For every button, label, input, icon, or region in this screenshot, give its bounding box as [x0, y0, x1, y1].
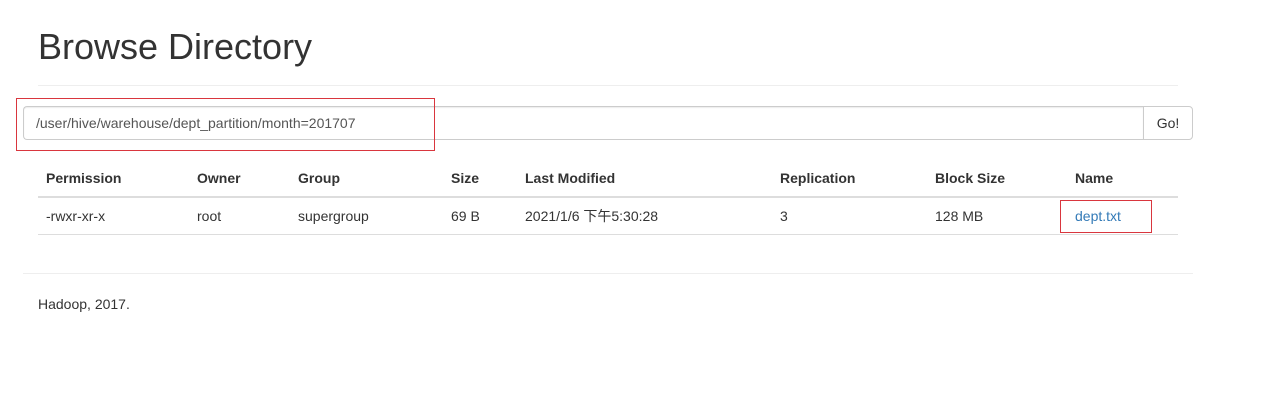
column-header-last-modified[interactable]: Last Modified — [517, 160, 772, 198]
file-table: Permission Owner Group Size Last Modifie… — [38, 160, 1178, 235]
cell-last-modified: 2021/1/6 下午5:30:28 — [517, 197, 772, 235]
cell-replication: 3 — [772, 197, 927, 235]
path-input[interactable] — [23, 106, 1143, 140]
table-row: -rwxr-xr-x root supergroup 69 B 2021/1/6… — [38, 197, 1178, 235]
column-header-group[interactable]: Group — [290, 160, 443, 198]
column-header-name[interactable]: Name — [1067, 160, 1178, 198]
page-title: Browse Directory — [38, 26, 313, 67]
cell-permission: -rwxr-xr-x — [38, 197, 189, 235]
footer-divider — [23, 273, 1193, 274]
cell-owner: root — [189, 197, 290, 235]
cell-name: dept.txt — [1067, 197, 1178, 235]
column-header-owner[interactable]: Owner — [189, 160, 290, 198]
column-header-block-size[interactable]: Block Size — [927, 160, 1067, 198]
column-header-size[interactable]: Size — [443, 160, 517, 198]
cell-group: supergroup — [290, 197, 443, 235]
go-button[interactable]: Go! — [1143, 106, 1193, 140]
column-header-replication[interactable]: Replication — [772, 160, 927, 198]
cell-block-size: 128 MB — [927, 197, 1067, 235]
footer-text: Hadoop, 2017. — [38, 296, 130, 312]
page-header: Browse Directory — [38, 26, 1178, 86]
path-input-group: Go! — [23, 106, 1193, 140]
table-header-row: Permission Owner Group Size Last Modifie… — [38, 160, 1178, 198]
file-link-dept-txt[interactable]: dept.txt — [1075, 208, 1121, 224]
browse-directory-page: Browse Directory Go! Permission Owner Gr… — [0, 0, 1262, 407]
column-header-permission[interactable]: Permission — [38, 160, 189, 198]
cell-size: 69 B — [443, 197, 517, 235]
